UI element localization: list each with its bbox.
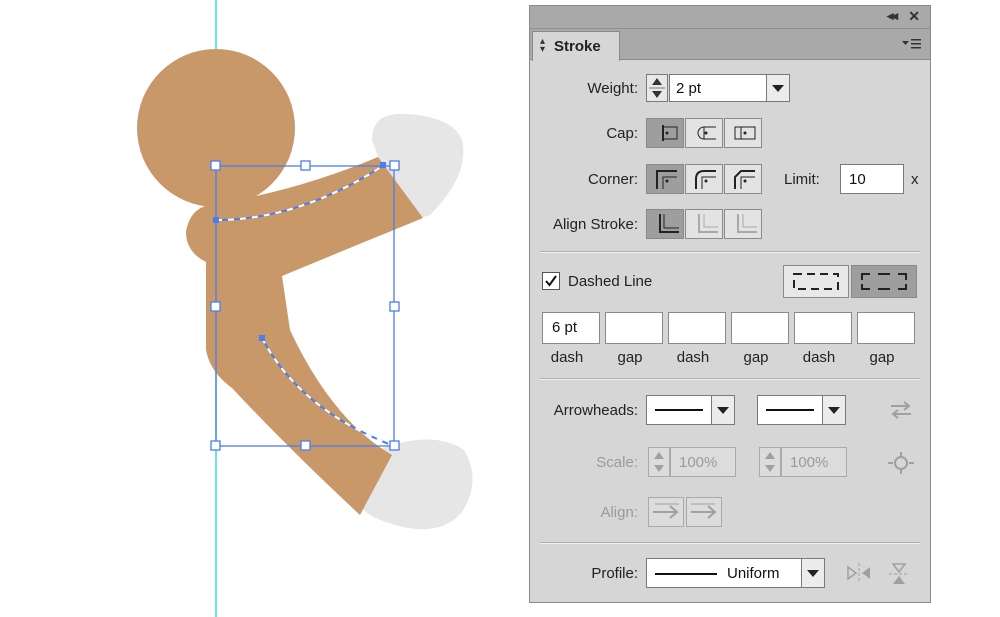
gap-label-2: gap xyxy=(743,349,769,366)
chevron-down-icon xyxy=(828,407,840,414)
miter-join-button[interactable] xyxy=(646,164,684,194)
line-preview-icon xyxy=(655,409,703,411)
checkmark-icon xyxy=(545,275,557,287)
align-outside-icon xyxy=(737,214,757,233)
miter-limit-field[interactable]: 10 xyxy=(840,164,904,194)
align-inside-icon xyxy=(698,214,718,233)
dash-label-2: dash xyxy=(676,349,710,366)
start-scale-stepper[interactable] xyxy=(648,447,670,477)
end-arrowhead-dropdown[interactable] xyxy=(822,395,846,425)
start-scale-field[interactable]: 100% xyxy=(670,447,736,477)
figure-body xyxy=(186,157,423,515)
panel-menu-icon[interactable] xyxy=(902,37,922,51)
flip-along-icon[interactable] xyxy=(846,562,872,584)
gap-field-2[interactable] xyxy=(731,312,789,344)
scale-label: Scale: xyxy=(596,454,638,471)
artboard-canvas[interactable] xyxy=(0,0,520,617)
align-stroke-label: Align Stroke: xyxy=(552,216,638,233)
place-arrow-tip-icon xyxy=(691,503,717,519)
gap-label-3: gap xyxy=(869,349,895,366)
preserve-dash-icon xyxy=(793,273,839,290)
stepper-arrows-icon xyxy=(649,78,665,98)
tab-label: Stroke xyxy=(554,38,601,55)
separator xyxy=(540,251,920,253)
dash-label-3: dash xyxy=(802,349,836,366)
flip-across-icon[interactable] xyxy=(888,562,910,586)
projecting-cap-button[interactable] xyxy=(724,118,762,148)
line-preview-icon xyxy=(766,409,814,411)
separator xyxy=(540,542,920,544)
gap-field-3[interactable] xyxy=(857,312,915,344)
butt-cap-icon xyxy=(662,125,678,141)
start-arrowhead-dropdown[interactable] xyxy=(711,395,735,425)
arrowheads-label: Arrowheads: xyxy=(553,402,638,419)
round-cap-icon xyxy=(697,126,716,140)
start-arrowhead-select[interactable] xyxy=(646,395,712,425)
miter-join-icon xyxy=(656,170,677,189)
butt-cap-button[interactable] xyxy=(646,118,684,148)
tab-expand-icon[interactable]: ▴ ▾ xyxy=(540,37,548,55)
align-arrows-label: Align: xyxy=(600,504,638,521)
dash-field-2[interactable] xyxy=(668,312,726,344)
chevron-down-icon xyxy=(772,85,784,92)
align-center-icon xyxy=(659,214,679,233)
tab-stroke[interactable]: ▴ ▾ Stroke xyxy=(532,31,620,61)
gap-label-1: gap xyxy=(617,349,643,366)
align-dash-corners-icon xyxy=(861,273,907,290)
stepper-arrows-icon xyxy=(765,452,775,472)
weight-field[interactable]: 2 pt xyxy=(669,74,767,102)
extend-arrow-tip-icon xyxy=(653,503,679,519)
projecting-cap-icon xyxy=(734,126,756,140)
dash-label-1: dash xyxy=(550,349,584,366)
preserve-dash-button[interactable] xyxy=(783,265,849,298)
limit-label: Limit: xyxy=(784,171,820,188)
round-cap-button[interactable] xyxy=(685,118,723,148)
round-join-icon xyxy=(695,170,716,189)
stroke-panel: ◂◂ ✕ ▴ ▾ Stroke Weight: 2 pt Cap: Corner: xyxy=(529,5,931,603)
close-icon[interactable]: ✕ xyxy=(908,8,920,25)
dashed-line-label: Dashed Line xyxy=(568,273,653,290)
profile-label: Profile: xyxy=(591,565,638,582)
chevron-down-icon xyxy=(717,407,729,414)
align-dash-corners-button[interactable] xyxy=(851,265,917,298)
end-arrowhead-select[interactable] xyxy=(757,395,823,425)
cap-label: Cap: xyxy=(606,125,638,142)
align-inside-button[interactable] xyxy=(685,209,723,239)
stepper-arrows-icon xyxy=(654,452,664,472)
weight-dropdown[interactable] xyxy=(766,74,790,102)
align-center-button[interactable] xyxy=(646,209,684,239)
panel-tabbar: ▴ ▾ Stroke xyxy=(530,29,930,61)
extend-arrow-tip-button[interactable] xyxy=(648,497,684,527)
dash-field-3[interactable] xyxy=(794,312,852,344)
profile-select[interactable]: Uniform xyxy=(646,558,802,588)
round-join-button[interactable] xyxy=(685,164,723,194)
uniform-profile-icon xyxy=(655,573,717,575)
corner-label: Corner: xyxy=(587,171,638,188)
separator xyxy=(540,378,920,380)
collapse-icon[interactable]: ◂◂ xyxy=(887,8,898,24)
chevron-down-icon xyxy=(807,570,819,577)
weight-stepper[interactable] xyxy=(646,74,668,102)
link-scale-icon[interactable] xyxy=(886,451,916,475)
bevel-join-button[interactable] xyxy=(724,164,762,194)
swap-arrowheads-icon[interactable] xyxy=(888,400,914,420)
align-outside-button[interactable] xyxy=(724,209,762,239)
dashed-line-checkbox[interactable] xyxy=(542,272,560,290)
panel-titlebar: ◂◂ ✕ xyxy=(530,6,930,29)
end-scale-stepper[interactable] xyxy=(759,447,781,477)
profile-dropdown[interactable] xyxy=(801,558,825,588)
end-scale-field[interactable]: 100% xyxy=(781,447,847,477)
limit-suffix: x xyxy=(911,171,919,188)
bevel-join-icon xyxy=(734,170,755,189)
gap-field-1[interactable] xyxy=(605,312,663,344)
weight-label: Weight: xyxy=(587,80,638,97)
place-arrow-tip-button[interactable] xyxy=(686,497,722,527)
dash-field-1[interactable]: 6 pt xyxy=(542,312,600,344)
